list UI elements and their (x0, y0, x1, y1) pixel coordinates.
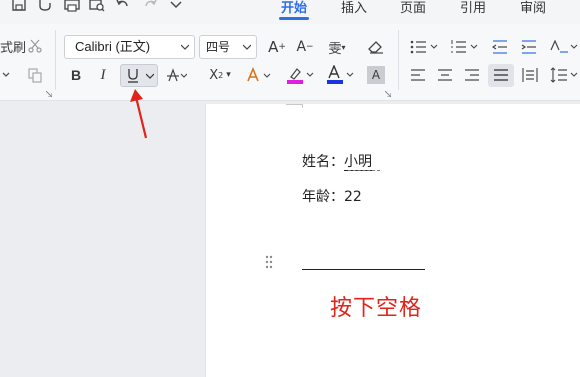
ribbon-divider (398, 30, 399, 90)
save-icon[interactable] (12, 0, 26, 14)
undo-icon[interactable] (116, 0, 130, 14)
justify-button[interactable] (488, 64, 514, 87)
font-size-value: 四号 (206, 40, 231, 54)
highlight-icon[interactable] (285, 64, 315, 86)
superscript-icon[interactable]: X 2 ▾ (205, 66, 235, 84)
justify-icon (494, 69, 508, 81)
title-bar: 开始 插入 页面 引用 审阅 (0, 0, 580, 24)
name-label: 姓名： (302, 154, 344, 170)
grow-font-icon[interactable]: A + (267, 36, 287, 58)
text-effect-icon[interactable] (245, 66, 273, 84)
bullet-list-icon[interactable] (410, 38, 440, 56)
annotation-arrow-icon (130, 89, 148, 139)
numbered-list-icon[interactable] (450, 38, 480, 56)
more-chevron-icon[interactable] (170, 0, 182, 14)
ribbon-divider (55, 30, 56, 90)
paste-chevron-icon[interactable] (0, 68, 12, 82)
distributed-align-icon[interactable] (521, 67, 539, 83)
text-direction-icon[interactable] (550, 38, 578, 56)
age-label: 年龄： (302, 189, 344, 205)
copy-icon[interactable] (27, 66, 43, 84)
strikethrough-icon[interactable] (166, 66, 188, 84)
underlined-blank-line (302, 269, 425, 270)
active-tab-indicator (279, 17, 309, 20)
underline-button[interactable] (120, 64, 158, 87)
redo-icon[interactable] (143, 0, 157, 14)
tab-insert[interactable]: 插入 (341, 0, 367, 16)
tab-references[interactable]: 引用 (460, 0, 486, 16)
format-painter-label[interactable]: 式刷 (0, 37, 26, 56)
print-preview-icon[interactable] (89, 0, 105, 14)
char-shading-icon[interactable]: A (367, 66, 385, 84)
chevron-down-icon (243, 44, 251, 50)
font-family-value: Calibri (正文) (75, 39, 151, 54)
spelling-underline (348, 170, 380, 171)
font-size-select[interactable]: 四号 (199, 35, 257, 59)
document-page[interactable] (205, 104, 580, 377)
name-line: 姓名：小明 (302, 151, 372, 171)
font-dialog-launcher-icon[interactable] (385, 91, 391, 97)
tab-review[interactable]: 审阅 (520, 0, 546, 16)
shrink-font-icon[interactable]: A − (295, 36, 315, 58)
underline-icon (128, 69, 138, 83)
font-color-icon[interactable] (325, 64, 355, 86)
line-spacing-icon[interactable] (550, 66, 578, 84)
clear-format-icon[interactable] (366, 37, 386, 57)
print-icon[interactable] (64, 0, 80, 14)
age-value[interactable]: 22 (344, 189, 362, 205)
italic-icon[interactable]: I (95, 66, 111, 84)
scissors-icon[interactable] (27, 37, 43, 55)
phonetic-guide-icon[interactable]: 雯 ▾ (325, 36, 349, 58)
tab-page[interactable]: 页面 (400, 0, 426, 16)
tab-home[interactable]: 开始 (281, 0, 307, 16)
clipboard-dialog-launcher-icon[interactable] (46, 91, 52, 97)
age-line: 年龄：22 (302, 186, 362, 206)
chevron-down-icon (146, 73, 154, 79)
page-corner-mark (286, 104, 303, 108)
increase-indent-icon[interactable] (520, 38, 538, 56)
decrease-indent-icon[interactable] (491, 38, 509, 56)
align-right-icon[interactable] (464, 67, 480, 83)
drag-handle-icon[interactable] (265, 255, 273, 269)
align-center-icon[interactable] (437, 67, 453, 83)
font-family-select[interactable]: Calibri (正文) (64, 35, 195, 59)
annotation-text: 按下空格 (330, 296, 423, 321)
align-left-icon[interactable] (410, 67, 426, 83)
bold-icon[interactable]: B (68, 66, 84, 84)
name-value[interactable]: 小明 (344, 154, 372, 170)
format-painter-small-icon[interactable] (38, 0, 52, 14)
chevron-down-icon (181, 44, 189, 50)
